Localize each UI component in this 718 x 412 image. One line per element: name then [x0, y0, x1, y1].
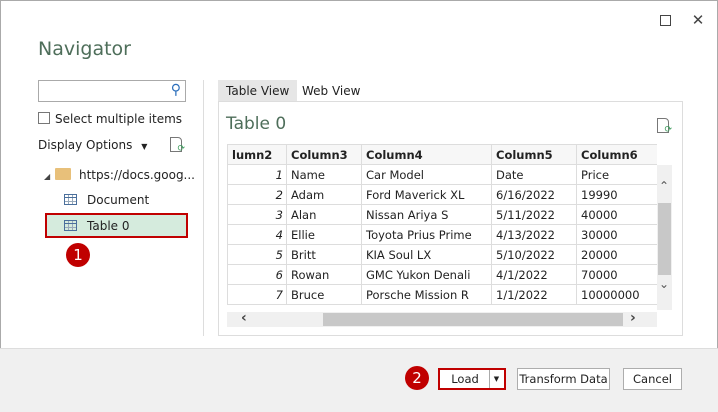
table-cell: Nissan Ariya S: [361, 204, 492, 225]
table-cell: 6/16/2022: [491, 184, 577, 205]
table-row: 4 Ellie Toyota Prius Prime 4/13/2022 30000: [227, 224, 657, 245]
table-cell: Car Model: [361, 164, 492, 185]
table-row: 2 Adam Ford Maverick XL 6/16/2022 19990: [227, 184, 657, 205]
tree-item-document[interactable]: Document: [87, 193, 149, 207]
table-icon: [64, 194, 77, 205]
table-cell: GMC Yukon Denali: [361, 264, 492, 285]
table-icon: [64, 220, 77, 231]
column-header[interactable]: lumn2: [227, 144, 287, 165]
tree-item-label: Table 0: [87, 219, 130, 233]
search-input[interactable]: ⚲: [38, 80, 186, 102]
table-cell: Price: [576, 164, 657, 185]
footer: [0, 348, 718, 412]
divider: [203, 80, 204, 336]
table-cell: Date: [491, 164, 577, 185]
table-cell: 20000: [576, 244, 657, 265]
table-cell: KIA Soul LX: [361, 244, 492, 265]
table-cell: Ellie: [286, 224, 362, 245]
table-cell: 4/1/2022: [491, 264, 577, 285]
column-header[interactable]: Column3: [286, 144, 362, 165]
dialog-title: Navigator: [38, 38, 131, 60]
select-multiple-checkbox[interactable]: [38, 112, 50, 124]
table-cell: 4: [227, 224, 287, 245]
step-badge-1: 1: [66, 243, 90, 267]
table-cell: 10000000: [576, 284, 657, 305]
scroll-down-icon[interactable]: ⌄: [659, 277, 669, 291]
tree-collapse-icon[interactable]: ◢: [44, 172, 50, 181]
table-cell: 7: [227, 284, 287, 305]
preview-title: Table 0: [226, 114, 287, 134]
table-cell: 2: [227, 184, 287, 205]
refresh-doc-icon[interactable]: ⟳: [170, 137, 185, 154]
load-dropdown-icon[interactable]: ▼: [489, 370, 503, 388]
display-options-label: Display Options: [38, 138, 133, 152]
table-cell: Adam: [286, 184, 362, 205]
table-cell: 30000: [576, 224, 657, 245]
table-cell: Porsche Mission R: [361, 284, 492, 305]
table-cell: 5/10/2022: [491, 244, 577, 265]
horizontal-scroll-thumb[interactable]: [323, 313, 623, 326]
table-row: 1 Name Car Model Date Price: [227, 164, 657, 185]
table-cell: Toyota Prius Prime: [361, 224, 492, 245]
close-icon[interactable]: ✕: [691, 13, 705, 28]
table-cell: 70000: [576, 264, 657, 285]
scroll-left-icon[interactable]: ‹: [241, 310, 247, 326]
table-cell: Alan: [286, 204, 362, 225]
vertical-scroll-thumb[interactable]: [658, 203, 671, 275]
table-cell: 19990: [576, 184, 657, 205]
folder-icon: [55, 168, 71, 180]
preview-table: lumn2 Column3 Column4 Column5 Column6 1 Name C…: [227, 144, 657, 305]
preview-table-wrap: lumn2 Column3 Column4 Column5 Column6 1 Name C…: [227, 144, 657, 305]
tree-root[interactable]: https://docs.goog...: [79, 168, 195, 182]
column-header[interactable]: Column5: [491, 144, 577, 165]
display-options-dropdown[interactable]: Display Options ▼: [38, 138, 147, 152]
chevron-down-icon: ▼: [141, 142, 148, 151]
tab-web-view[interactable]: Web View: [294, 80, 368, 102]
refresh-preview-icon[interactable]: ⟳: [657, 118, 672, 135]
vertical-scrollbar[interactable]: ⌃ ⌄: [657, 165, 672, 310]
load-label: Load: [451, 372, 479, 386]
load-button[interactable]: Load ▼: [438, 368, 506, 390]
table-cell: 4/13/2022: [491, 224, 577, 245]
table-cell: 1: [227, 164, 287, 185]
table-cell: Ford Maverick XL: [361, 184, 492, 205]
table-cell: Rowan: [286, 264, 362, 285]
table-cell: 6: [227, 264, 287, 285]
table-cell: Name: [286, 164, 362, 185]
table-cell: 1/1/2022: [491, 284, 577, 305]
table-cell: 3: [227, 204, 287, 225]
transform-data-button[interactable]: Transform Data: [517, 368, 610, 390]
table-cell: 5: [227, 244, 287, 265]
table-row: 7 Bruce Porsche Mission R 1/1/2022 10000000: [227, 284, 657, 305]
select-multiple-label: Select multiple items: [55, 112, 183, 126]
table-cell: Britt: [286, 244, 362, 265]
table-row: 3 Alan Nissan Ariya S 5/11/2022 40000: [227, 204, 657, 225]
step-badge-2: 2: [405, 366, 429, 390]
column-header[interactable]: Column6: [576, 144, 657, 165]
scroll-right-icon[interactable]: ›: [630, 310, 636, 326]
table-cell: Bruce: [286, 284, 362, 305]
column-header[interactable]: Column4: [361, 144, 492, 165]
table-cell: 40000: [576, 204, 657, 225]
scroll-up-icon[interactable]: ⌃: [659, 179, 669, 193]
tab-table-view[interactable]: Table View: [218, 80, 298, 102]
table-row: 5 Britt KIA Soul LX 5/10/2022 20000: [227, 244, 657, 265]
search-icon[interactable]: ⚲: [171, 82, 181, 98]
cancel-button[interactable]: Cancel: [623, 368, 682, 390]
table-cell: 5/11/2022: [491, 204, 577, 225]
maximize-icon[interactable]: [659, 14, 673, 28]
table-header-row: lumn2 Column3 Column4 Column5 Column6: [227, 144, 657, 165]
table-row: 6 Rowan GMC Yukon Denali 4/1/2022 70000: [227, 264, 657, 285]
horizontal-scrollbar[interactable]: ‹ ›: [227, 310, 657, 327]
